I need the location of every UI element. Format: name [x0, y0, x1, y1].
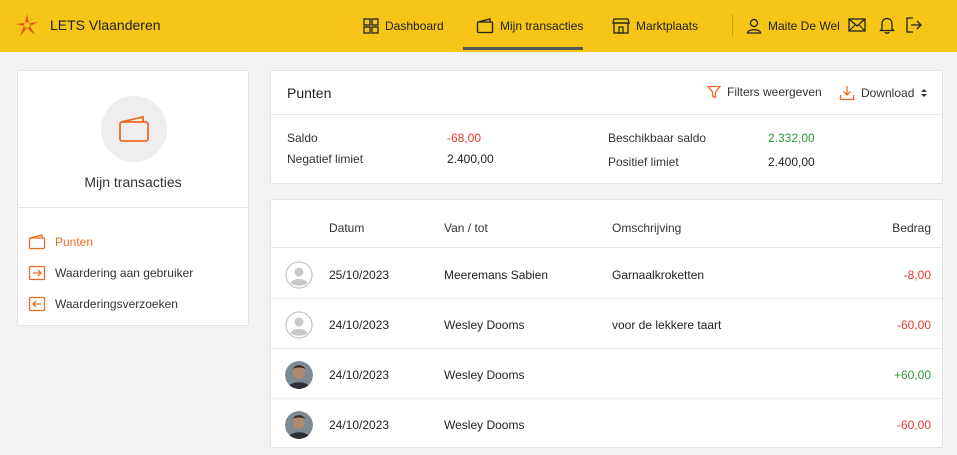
- download-icon: [839, 86, 855, 101]
- table-row[interactable]: 24/10/2023 Wesley Dooms -60,00: [271, 399, 942, 449]
- sidebar-item-label: Waarderingsverzoeken: [55, 296, 178, 311]
- nav-dashboard-label: Dashboard: [385, 19, 444, 33]
- user-menu[interactable]: Maite De Wel: [746, 0, 840, 52]
- active-tab-indicator: [463, 47, 583, 50]
- messages-button[interactable]: [846, 14, 868, 36]
- logout-icon: [906, 17, 922, 33]
- row-from-to: Wesley Dooms: [444, 318, 525, 332]
- shop-icon: [612, 18, 630, 34]
- available-balance-label: Beschikbaar saldo: [608, 131, 707, 145]
- row-description: voor de lekkere taart: [612, 318, 722, 332]
- filters-button[interactable]: Filters weergeven: [707, 85, 822, 99]
- points-summary-card: Punten Filters weergeven Download Saldo …: [270, 70, 943, 184]
- sidebar-item-label: Punten: [55, 234, 94, 249]
- download-label: Download: [861, 86, 915, 100]
- sidebar-avatar-circle: [101, 96, 167, 162]
- default-avatar-icon: [285, 261, 313, 289]
- nav-dashboard[interactable]: Dashboard: [363, 0, 444, 52]
- table-row[interactable]: 25/10/2023 Meeremans Sabien Garnaalkroke…: [271, 249, 942, 299]
- row-description: Garnaalkroketten: [612, 268, 705, 282]
- saldo-value: -68,00: [447, 131, 482, 145]
- row-from-to: Wesley Dooms: [444, 368, 525, 382]
- avatar: [285, 361, 313, 389]
- dashboard-icon: [363, 18, 379, 34]
- download-button[interactable]: Download: [839, 85, 928, 101]
- column-header-description[interactable]: Omschrijving: [612, 221, 681, 235]
- row-amount: -60,00: [896, 418, 931, 432]
- table-row[interactable]: 24/10/2023 Wesley Dooms voor de lekkere …: [271, 299, 942, 349]
- row-date: 25/10/2023: [329, 268, 390, 282]
- user-photo-icon: [285, 411, 313, 439]
- sort-icon: [921, 89, 928, 97]
- table-row[interactable]: 24/10/2023 Wesley Dooms +60,00: [271, 349, 942, 399]
- row-amount: -8,00: [903, 268, 931, 282]
- user-name: Maite De Wel: [768, 19, 840, 33]
- logout-button[interactable]: [903, 14, 925, 36]
- column-header-from-to[interactable]: Van / tot: [444, 221, 488, 235]
- positive-limit-label: Positief limiet: [608, 155, 679, 169]
- available-balance-value: 2.332,00: [768, 131, 815, 145]
- bell-icon: [879, 17, 895, 34]
- row-date: 24/10/2023: [329, 418, 390, 432]
- row-from-to: Meeremans Sabien: [444, 268, 549, 282]
- envelope-icon: [848, 18, 866, 32]
- top-navigation-bar: LETS Vlaanderen Dashboard Mijn transacti…: [0, 0, 957, 52]
- divider: [18, 207, 248, 208]
- lets-logo-icon: [16, 14, 38, 36]
- notifications-button[interactable]: [876, 14, 898, 36]
- points-header: Punten Filters weergeven Download: [271, 71, 942, 115]
- sidebar-item-label: Waardering aan gebruiker: [55, 265, 194, 280]
- avatar: [285, 261, 313, 289]
- nav-divider: [732, 14, 733, 36]
- column-header-amount[interactable]: Bedrag: [892, 221, 931, 235]
- default-avatar-icon: [285, 311, 313, 339]
- nav-marketplace-label: Marktplaats: [636, 19, 699, 33]
- table-header: Datum Van / tot Omschrijving Bedrag: [271, 200, 942, 248]
- row-amount: +60,00: [893, 368, 931, 382]
- nav-transactions[interactable]: Mijn transacties: [476, 0, 583, 52]
- nav-transactions-label: Mijn transacties: [500, 19, 584, 33]
- negative-limit-label: Negatief limiet: [287, 152, 364, 166]
- brand[interactable]: LETS Vlaanderen: [14, 12, 161, 38]
- row-amount: -60,00: [896, 318, 931, 332]
- sidebar-menu: Punten Waardering aan gebruiker Waarderi…: [28, 226, 193, 319]
- sidebar-item-punten[interactable]: Punten: [28, 226, 193, 257]
- wallet-out-icon: [28, 265, 46, 280]
- avatar: [285, 411, 313, 439]
- sidebar-card: Mijn transacties Punten Waardering aan g…: [17, 70, 249, 326]
- wallet-in-icon: [28, 296, 46, 311]
- avatar: [285, 311, 313, 339]
- wallet-icon: [476, 18, 494, 34]
- user-icon: [746, 18, 762, 34]
- user-photo-icon: [285, 361, 313, 389]
- nav-marketplace[interactable]: Marktplaats: [612, 0, 698, 52]
- filters-label: Filters weergeven: [727, 85, 822, 99]
- saldo-label: Saldo: [287, 131, 318, 145]
- brand-name: LETS Vlaanderen: [50, 17, 161, 33]
- wallet-icon: [28, 233, 46, 249]
- row-from-to: Wesley Dooms: [444, 418, 525, 432]
- row-date: 24/10/2023: [329, 318, 390, 332]
- sidebar-item-waarderingsverzoeken[interactable]: Waarderingsverzoeken: [28, 288, 193, 319]
- sidebar-item-waardering-aan-gebruiker[interactable]: Waardering aan gebruiker: [28, 257, 193, 288]
- transactions-table: Datum Van / tot Omschrijving Bedrag 25/1…: [270, 199, 943, 448]
- sidebar-title: Mijn transacties: [84, 174, 182, 190]
- positive-limit-value: 2.400,00: [768, 155, 815, 169]
- row-date: 24/10/2023: [329, 368, 390, 382]
- column-header-date[interactable]: Datum: [329, 221, 364, 235]
- filter-icon: [707, 85, 721, 99]
- points-title: Punten: [287, 85, 332, 101]
- negative-limit-value: 2.400,00: [447, 152, 494, 166]
- wallet-icon: [119, 115, 149, 142]
